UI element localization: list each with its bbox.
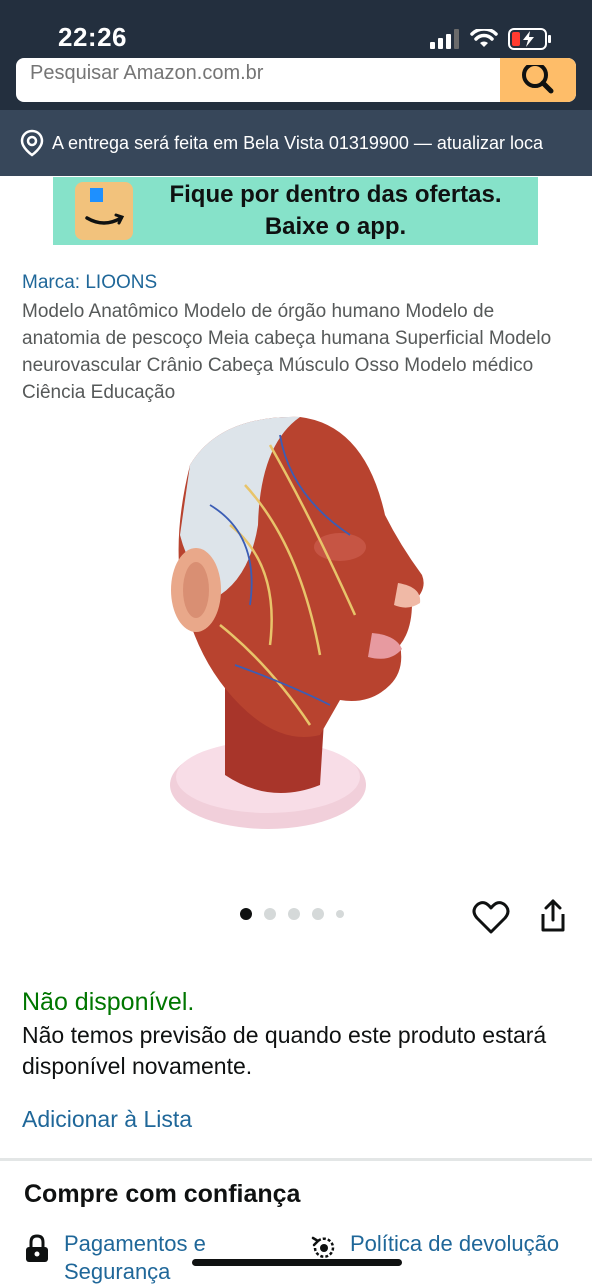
anatomical-head-model-image: [170, 416, 424, 829]
wishlist-heart-button[interactable]: [472, 900, 510, 936]
search-box[interactable]: [16, 58, 576, 102]
search-icon: [522, 65, 554, 94]
carousel-dot[interactable]: [264, 908, 276, 920]
payments-security-link[interactable]: Pagamentos e Segurança: [24, 1230, 264, 1286]
location-pin-icon: [20, 129, 44, 157]
delivery-text: A entrega será feita em Bela Vista 01319…: [52, 132, 543, 153]
search-button[interactable]: [500, 58, 576, 102]
add-to-list-link[interactable]: Adicionar à Lista: [22, 1106, 192, 1133]
carousel-dot[interactable]: [336, 910, 344, 918]
heart-icon: [472, 901, 510, 934]
lock-icon: [26, 1234, 48, 1262]
brand-link[interactable]: Marca: LIOONS: [22, 272, 157, 294]
section-divider: [0, 1158, 592, 1161]
app-download-banner[interactable]: Fique por dentro das ofertas. Baixe o ap…: [53, 177, 538, 245]
product-image[interactable]: [150, 405, 450, 855]
wifi-icon: [470, 29, 498, 47]
status-icons: [430, 28, 552, 50]
share-button[interactable]: [536, 898, 570, 934]
share-icon: [541, 899, 565, 932]
banner-text: Fique por dentro das ofertas. Baixe o ap…: [133, 179, 538, 243]
cellular-signal-icon: [430, 29, 459, 49]
amazon-app-icon: [75, 182, 133, 240]
battery-charging-icon: [508, 28, 551, 50]
carousel-dot[interactable]: [312, 908, 324, 920]
delivery-location-bar[interactable]: A entrega será feita em Bela Vista 01319…: [0, 110, 592, 176]
carousel-dot[interactable]: [240, 908, 252, 920]
payments-security-label: Pagamentos e Segurança: [64, 1231, 206, 1284]
banner-line2: Baixe o app.: [264, 213, 407, 240]
image-carousel-dots[interactable]: [240, 908, 344, 920]
return-policy-icon: [311, 1236, 335, 1258]
home-indicator[interactable]: [192, 1259, 402, 1266]
trust-section-title: Compre com confiança: [24, 1180, 301, 1208]
availability-description: Não temos previsão de quando este produt…: [22, 1022, 547, 1079]
carousel-dot[interactable]: [288, 908, 300, 920]
search-input[interactable]: [30, 58, 500, 88]
availability-status: Não disponível.: [22, 988, 195, 1016]
status-time: 22:26: [58, 22, 127, 52]
product-title: Modelo Anatômico Modelo de órgão humano …: [22, 301, 552, 403]
return-policy-label: Política de devolução: [350, 1231, 560, 1256]
banner-line1: Fique por dentro das ofertas.: [169, 181, 502, 208]
return-policy-link[interactable]: Política de devolução: [310, 1230, 559, 1262]
